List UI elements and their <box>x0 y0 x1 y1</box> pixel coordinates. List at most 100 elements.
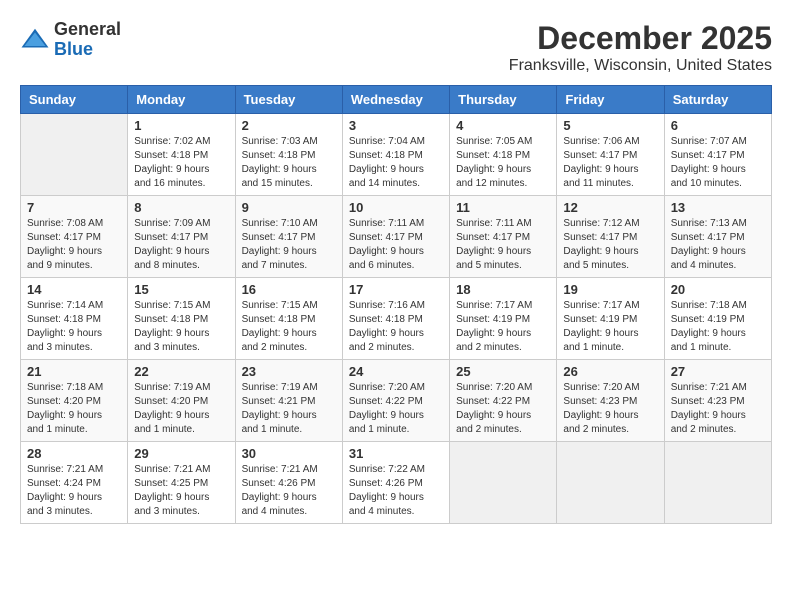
calendar-cell: 30 Sunrise: 7:21 AMSunset: 4:26 PMDayligh… <box>235 442 342 524</box>
day-info: Sunrise: 7:20 AMSunset: 4:23 PMDaylight:… <box>563 381 657 437</box>
week-row-4: 21 Sunrise: 7:18 AMSunset: 4:20 PMDayligh… <box>21 360 772 442</box>
day-number: 5 <box>563 118 657 133</box>
calendar-cell: 23 Sunrise: 7:19 AMSunset: 4:21 PMDayligh… <box>235 360 342 442</box>
day-info: Sunrise: 7:03 AMSunset: 4:18 PMDaylight:… <box>242 135 336 191</box>
day-number: 11 <box>456 200 550 215</box>
calendar-title: December 2025 <box>509 20 772 57</box>
calendar-subtitle: Franksville, Wisconsin, United States <box>509 57 772 75</box>
day-number: 13 <box>671 200 765 215</box>
header-row: SundayMondayTuesdayWednesdayThursdayFrid… <box>21 86 772 114</box>
logo-general: General <box>54 20 121 40</box>
calendar-cell: 16Sunrise: 7:15 AMSunset: 4:18 PMDayligh… <box>235 278 342 360</box>
day-number: 19 <box>563 282 657 297</box>
logo-blue: Blue <box>54 40 121 60</box>
day-info: Sunrise: 7:07 AMSunset: 4:17 PMDaylight:… <box>671 135 765 191</box>
day-number: 12 <box>563 200 657 215</box>
day-info: Sunrise: 7:11 AMSunset: 4:17 PMDaylight:… <box>456 217 550 273</box>
header-day-tuesday: Tuesday <box>235 86 342 114</box>
calendar-cell: 24 Sunrise: 7:20 AMSunset: 4:22 PMDayligh… <box>342 360 449 442</box>
calendar-cell <box>21 114 128 196</box>
header-day-monday: Monday <box>128 86 235 114</box>
header-day-friday: Friday <box>557 86 664 114</box>
day-number: 30 <box>242 446 336 461</box>
calendar-header: SundayMondayTuesdayWednesdayThursdayFrid… <box>21 86 772 114</box>
day-number: 7 <box>27 200 121 215</box>
day-number: 26 <box>563 364 657 379</box>
calendar-cell: 28 Sunrise: 7:21 AMSunset: 4:24 PMDayligh… <box>21 442 128 524</box>
calendar-cell: 22 Sunrise: 7:19 AMSunset: 4:20 PMDayligh… <box>128 360 235 442</box>
day-number: 1 <box>134 118 228 133</box>
calendar-body: 1 Sunrise: 7:02 AMSunset: 4:18 PMDaylight… <box>21 114 772 524</box>
day-number: 24 <box>349 364 443 379</box>
calendar-cell <box>450 442 557 524</box>
day-info: Sunrise: 7:21 AMSunset: 4:23 PMDaylight:… <box>671 381 765 437</box>
calendar-cell <box>557 442 664 524</box>
day-info: Sunrise: 7:11 AMSunset: 4:17 PMDaylight:… <box>349 217 443 273</box>
day-number: 28 <box>27 446 121 461</box>
day-info: Sunrise: 7:20 AMSunset: 4:22 PMDaylight:… <box>456 381 550 437</box>
day-info: Sunrise: 7:09 AMSunset: 4:17 PMDaylight:… <box>134 217 228 273</box>
day-number: 4 <box>456 118 550 133</box>
day-number: 31 <box>349 446 443 461</box>
day-info: Sunrise: 7:21 AMSunset: 4:24 PMDaylight:… <box>27 463 121 519</box>
title-block: December 2025 Franksville, Wisconsin, Un… <box>509 20 772 75</box>
day-info: Sunrise: 7:08 AMSunset: 4:17 PMDaylight:… <box>27 217 121 273</box>
calendar-cell: 20 Sunrise: 7:18 AMSunset: 4:19 PMDayligh… <box>664 278 771 360</box>
day-info: Sunrise: 7:06 AMSunset: 4:17 PMDaylight:… <box>563 135 657 191</box>
day-info: Sunrise: 7:18 AMSunset: 4:19 PMDaylight:… <box>671 299 765 355</box>
calendar-cell: 21 Sunrise: 7:18 AMSunset: 4:20 PMDayligh… <box>21 360 128 442</box>
day-info: Sunrise: 7:15 AMSunset: 4:18 PMDaylight:… <box>134 299 228 355</box>
day-number: 9 <box>242 200 336 215</box>
calendar-cell: 6 Sunrise: 7:07 AMSunset: 4:17 PMDaylight… <box>664 114 771 196</box>
day-number: 18 <box>456 282 550 297</box>
calendar-cell: 13Sunrise: 7:13 AMSunset: 4:17 PMDayligh… <box>664 196 771 278</box>
calendar-cell: 31Sunrise: 7:22 AMSunset: 4:26 PMDayligh… <box>342 442 449 524</box>
day-info: Sunrise: 7:02 AMSunset: 4:18 PMDaylight:… <box>134 135 228 191</box>
day-number: 6 <box>671 118 765 133</box>
week-row-2: 7 Sunrise: 7:08 AMSunset: 4:17 PMDaylight… <box>21 196 772 278</box>
calendar-cell: 3Sunrise: 7:04 AMSunset: 4:18 PMDaylight… <box>342 114 449 196</box>
day-info: Sunrise: 7:19 AMSunset: 4:21 PMDaylight:… <box>242 381 336 437</box>
calendar-cell: 17Sunrise: 7:16 AMSunset: 4:18 PMDayligh… <box>342 278 449 360</box>
day-number: 23 <box>242 364 336 379</box>
calendar-cell: 10 Sunrise: 7:11 AMSunset: 4:17 PMDayligh… <box>342 196 449 278</box>
day-info: Sunrise: 7:12 AMSunset: 4:17 PMDaylight:… <box>563 217 657 273</box>
calendar-cell: 19 Sunrise: 7:17 AMSunset: 4:19 PMDayligh… <box>557 278 664 360</box>
day-info: Sunrise: 7:21 AMSunset: 4:25 PMDaylight:… <box>134 463 228 519</box>
logo-text: General Blue <box>54 20 121 60</box>
day-info: Sunrise: 7:20 AMSunset: 4:22 PMDaylight:… <box>349 381 443 437</box>
day-number: 21 <box>27 364 121 379</box>
page-header: General Blue December 2025 Franksville, … <box>20 20 772 75</box>
day-info: Sunrise: 7:18 AMSunset: 4:20 PMDaylight:… <box>27 381 121 437</box>
calendar-cell: 27Sunrise: 7:21 AMSunset: 4:23 PMDayligh… <box>664 360 771 442</box>
day-number: 10 <box>349 200 443 215</box>
calendar-cell: 25 Sunrise: 7:20 AMSunset: 4:22 PMDayligh… <box>450 360 557 442</box>
day-info: Sunrise: 7:17 AMSunset: 4:19 PMDaylight:… <box>456 299 550 355</box>
day-number: 14 <box>27 282 121 297</box>
day-number: 16 <box>242 282 336 297</box>
day-info: Sunrise: 7:17 AMSunset: 4:19 PMDaylight:… <box>563 299 657 355</box>
calendar-cell <box>664 442 771 524</box>
calendar-cell: 18 Sunrise: 7:17 AMSunset: 4:19 PMDayligh… <box>450 278 557 360</box>
calendar-cell: 15 Sunrise: 7:15 AMSunset: 4:18 PMDayligh… <box>128 278 235 360</box>
day-number: 22 <box>134 364 228 379</box>
day-number: 15 <box>134 282 228 297</box>
day-number: 2 <box>242 118 336 133</box>
day-number: 8 <box>134 200 228 215</box>
day-info: Sunrise: 7:21 AMSunset: 4:26 PMDaylight:… <box>242 463 336 519</box>
week-row-1: 1 Sunrise: 7:02 AMSunset: 4:18 PMDaylight… <box>21 114 772 196</box>
day-number: 20 <box>671 282 765 297</box>
day-info: Sunrise: 7:19 AMSunset: 4:20 PMDaylight:… <box>134 381 228 437</box>
day-info: Sunrise: 7:16 AMSunset: 4:18 PMDaylight:… <box>349 299 443 355</box>
day-info: Sunrise: 7:10 AMSunset: 4:17 PMDaylight:… <box>242 217 336 273</box>
calendar-cell: 4Sunrise: 7:05 AMSunset: 4:18 PMDaylight… <box>450 114 557 196</box>
calendar-cell: 9 Sunrise: 7:10 AMSunset: 4:17 PMDaylight… <box>235 196 342 278</box>
day-info: Sunrise: 7:14 AMSunset: 4:18 PMDaylight:… <box>27 299 121 355</box>
calendar-cell: 26 Sunrise: 7:20 AMSunset: 4:23 PMDayligh… <box>557 360 664 442</box>
header-day-saturday: Saturday <box>664 86 771 114</box>
calendar-cell: 29Sunrise: 7:21 AMSunset: 4:25 PMDayligh… <box>128 442 235 524</box>
calendar-cell: 14 Sunrise: 7:14 AMSunset: 4:18 PMDayligh… <box>21 278 128 360</box>
day-number: 25 <box>456 364 550 379</box>
calendar-cell: 5 Sunrise: 7:06 AMSunset: 4:17 PMDaylight… <box>557 114 664 196</box>
header-day-sunday: Sunday <box>21 86 128 114</box>
